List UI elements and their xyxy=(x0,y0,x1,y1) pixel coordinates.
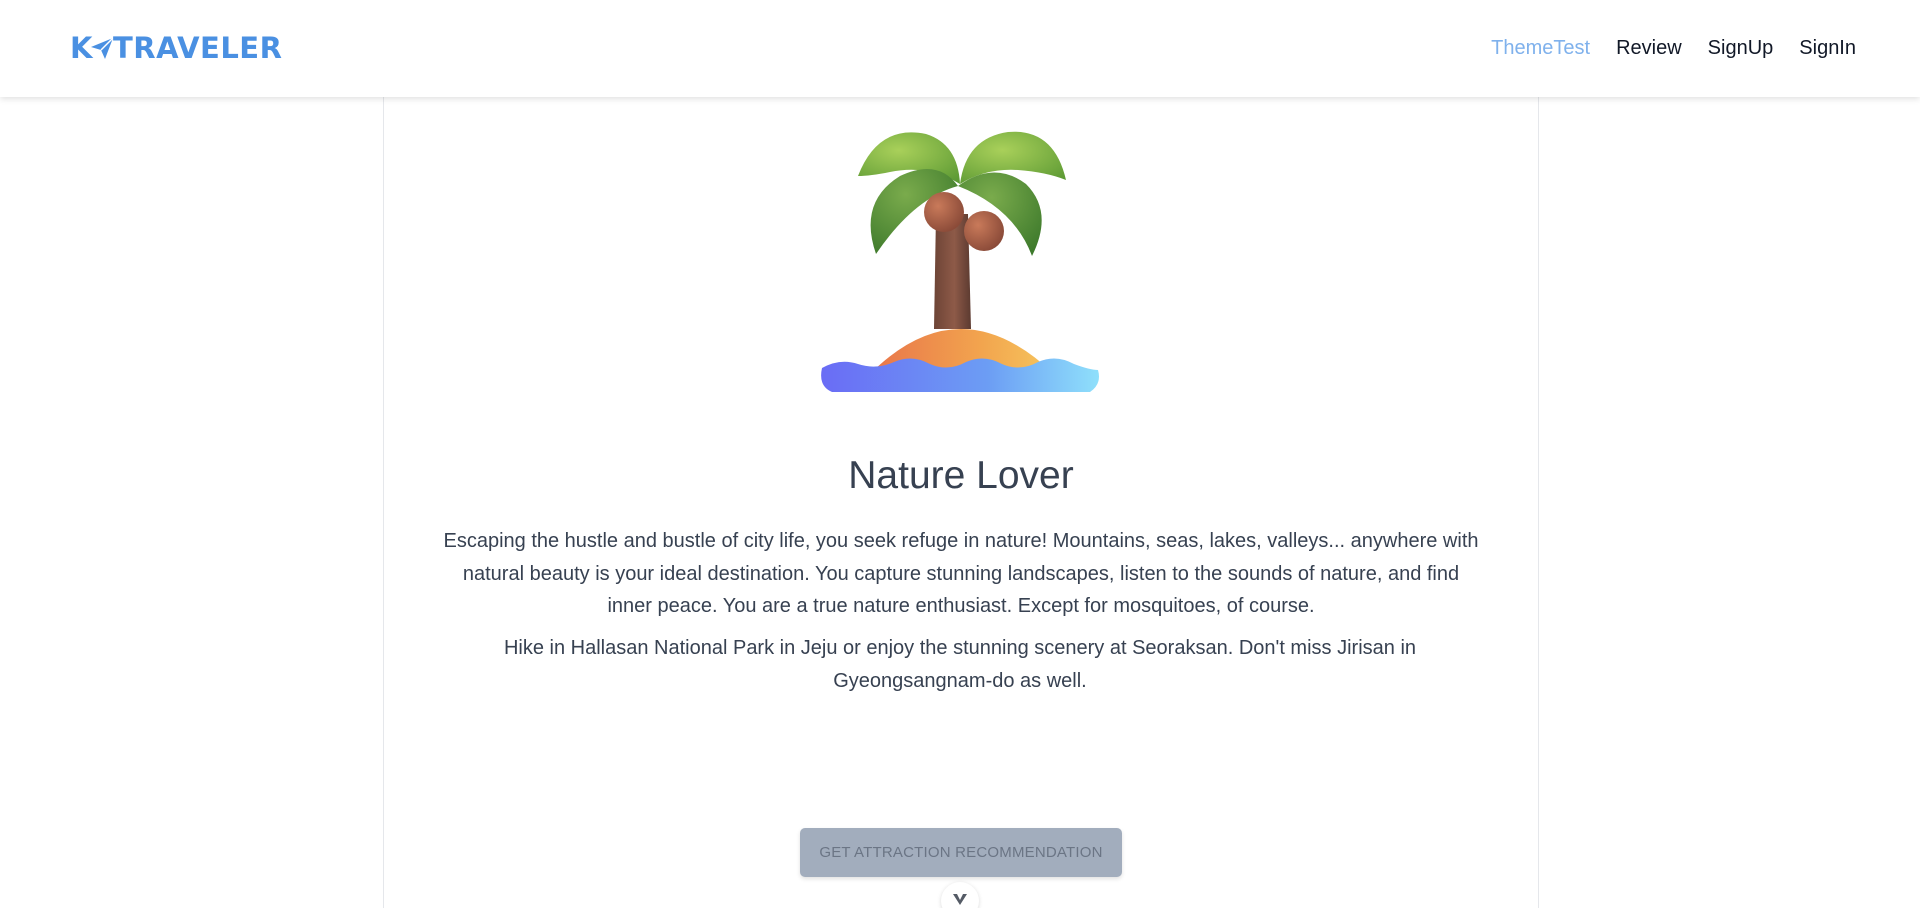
get-attraction-recommendation-button[interactable]: GET ATTRACTION RECOMMENDATION xyxy=(800,828,1122,877)
nav-link-signin[interactable]: SignIn xyxy=(1799,34,1856,62)
nav-link-themetest[interactable]: ThemeTest xyxy=(1491,34,1590,62)
site-logo[interactable]: K TRAVELER xyxy=(70,30,282,66)
nav-link-signup[interactable]: SignUp xyxy=(1708,34,1774,62)
result-recommendation: Hike in Hallasan National Park in Jeju o… xyxy=(503,637,1417,692)
result-title: Nature Lover xyxy=(848,454,1074,497)
result-description: Escaping the hustle and bustle of city l… xyxy=(443,530,1479,617)
logo-suffix: TRAVELER xyxy=(112,31,283,65)
chevron-down-icon xyxy=(953,894,967,905)
nav-link-review[interactable]: Review xyxy=(1616,34,1682,62)
main-nav: ThemeTest Review SignUp SignIn xyxy=(1465,34,1856,62)
paper-plane-icon xyxy=(90,37,114,59)
top-navbar: K TRAVELER ThemeTest Review SignUp SignI… xyxy=(0,0,1920,97)
palm-tree-island-icon xyxy=(821,131,1099,392)
